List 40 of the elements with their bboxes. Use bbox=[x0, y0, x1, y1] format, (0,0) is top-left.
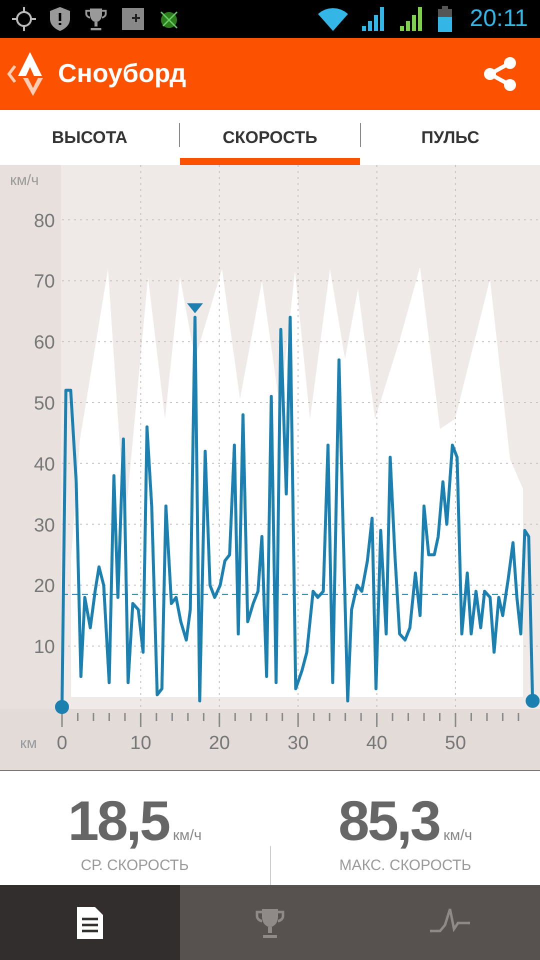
share-icon[interactable] bbox=[482, 56, 518, 92]
tick-label: 20 bbox=[34, 576, 55, 597]
stat-value: 18,5 bbox=[68, 788, 169, 853]
tick-label: 10 bbox=[34, 636, 55, 658]
y-axis-label: км/ч bbox=[10, 172, 39, 189]
stat-label: СР. СКОРОСТЬ bbox=[80, 856, 189, 874]
stat-label: МАКС. СКОРОСТЬ bbox=[339, 856, 472, 874]
tick-label: 0 bbox=[56, 732, 68, 754]
tick-label: 30 bbox=[288, 732, 309, 754]
tick-label: 50 bbox=[444, 732, 466, 754]
tick-label: 50 bbox=[34, 393, 55, 414]
signal-icon bbox=[362, 6, 386, 31]
battery-icon bbox=[438, 6, 452, 32]
wifi-icon bbox=[318, 6, 348, 31]
endpoint-dot bbox=[55, 700, 69, 714]
tick-label: 60 bbox=[34, 332, 55, 354]
trophy-icon bbox=[84, 6, 108, 31]
plus-square-icon bbox=[122, 8, 144, 30]
signal-icon bbox=[400, 6, 424, 31]
max-marker-icon bbox=[187, 302, 203, 313]
tick-label: 40 bbox=[366, 732, 388, 754]
stat-value: 85,3 bbox=[338, 788, 440, 853]
document-icon bbox=[77, 906, 103, 939]
x-axis-label: км bbox=[20, 734, 37, 752]
tick-label: 20 bbox=[208, 732, 230, 754]
tick-label: 70 bbox=[34, 271, 55, 292]
shield-icon bbox=[50, 6, 70, 31]
stat-unit: км/ч bbox=[172, 826, 202, 844]
tick-label: 30 bbox=[34, 514, 55, 536]
clock: 20:11 bbox=[470, 4, 528, 33]
nav-tab[interactable] bbox=[0, 885, 180, 960]
trophy-icon bbox=[255, 906, 285, 939]
crosshair-icon bbox=[12, 6, 36, 31]
tick-label: 80 bbox=[34, 210, 55, 232]
endpoint-dot bbox=[526, 693, 540, 708]
tick-label: 40 bbox=[34, 454, 55, 475]
stat-unit: км/ч bbox=[443, 826, 472, 844]
tick-label: 10 bbox=[130, 732, 152, 754]
screen-title: Сноуборд bbox=[58, 58, 186, 90]
caret-icon[interactable] bbox=[6, 64, 16, 84]
